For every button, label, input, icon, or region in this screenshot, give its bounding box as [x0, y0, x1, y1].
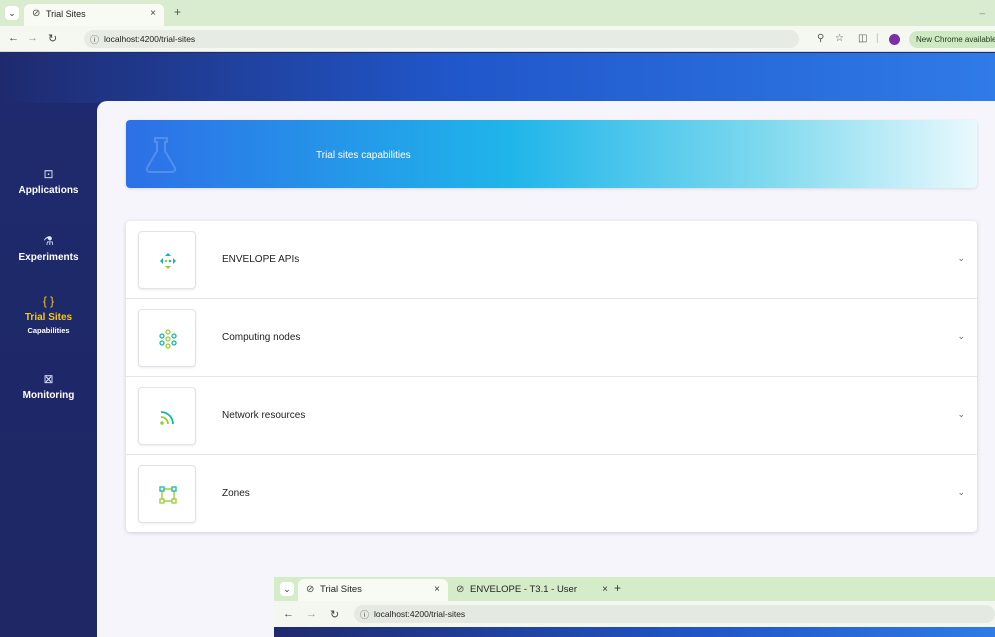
browser-tab-strip: ⌄ ⊘ Trial Sites × + _: [0, 0, 995, 26]
tab-search-button[interactable]: ⌄: [280, 582, 294, 596]
toolbar-divider: |: [876, 33, 879, 44]
browser-tab[interactable]: ⊘ ENVELOPE - T3.1 - User ×: [448, 579, 616, 601]
accordion-item-label: Zones: [222, 488, 250, 499]
accordion-item-network-resources[interactable]: Network resources ⌄: [126, 377, 977, 455]
accordion-item-label: Network resources: [222, 410, 306, 421]
row-icon-box: [138, 387, 196, 445]
sidebar: ⊡ Applications ⚗ Experiments { } Trial S…: [0, 103, 97, 637]
second-browser-window: ⌄ ⊘ Trial Sites × ⊘ ENVELOPE - T3.1 - Us…: [274, 577, 995, 637]
profile-avatar[interactable]: [889, 34, 900, 45]
zoom-icon[interactable]: ⚲: [817, 33, 824, 44]
signal-feed-icon: [160, 411, 174, 425]
browser-tab-active[interactable]: ⊘ Trial Sites ×: [24, 4, 164, 26]
minimize-icon[interactable]: _: [979, 4, 985, 15]
sidebar-item-applications[interactable]: ⊡ Applications: [0, 167, 97, 196]
address-bar[interactable]: ⓘ localhost:4200/trial-sites: [84, 30, 799, 48]
app-header-band: [0, 53, 995, 103]
monitor-chart-icon: ⊠: [43, 372, 54, 386]
main-content: Trial sites capabilities ENVELOPE APIs ⌄: [97, 101, 995, 637]
address-bar[interactable]: ⓘ localhost:4200/trial-sites: [354, 605, 995, 623]
flask-icon: [145, 137, 177, 173]
tab-title: Trial Sites: [46, 9, 86, 19]
forward-button[interactable]: →: [306, 608, 317, 620]
chevron-down-icon[interactable]: ⌄: [957, 409, 965, 420]
globe-icon: ⊘: [306, 584, 315, 595]
browser-tab-active[interactable]: ⊘ Trial Sites ×: [298, 579, 448, 601]
reload-button[interactable]: ↻: [48, 32, 57, 45]
nodes-network-icon: [159, 329, 177, 349]
sidebar-item-label: Monitoring: [22, 390, 75, 401]
sidebar-item-experiments[interactable]: ⚗ Experiments: [0, 234, 97, 263]
browser-toolbar: ← → ↻ ⓘ localhost:4200/trial-sites ⚲ ☆ ◫…: [0, 26, 995, 52]
row-icon-box: [138, 465, 196, 523]
accordion-item-zones[interactable]: Zones ⌄: [126, 455, 977, 533]
address-text: localhost:4200/trial-sites: [104, 34, 196, 44]
api-arrows-icon: [160, 253, 176, 269]
row-icon-box: [138, 309, 196, 367]
tab-title: ENVELOPE - T3.1 - User: [470, 584, 577, 595]
accordion-item-envelope-apis[interactable]: ENVELOPE APIs ⌄: [126, 221, 977, 299]
row-icon-box: [138, 231, 196, 289]
chevron-down-icon[interactable]: ⌄: [957, 331, 965, 342]
extensions-icon[interactable]: ◫: [858, 33, 867, 44]
braces-icon: { }: [42, 294, 55, 308]
update-chrome-button[interactable]: New Chrome available: [909, 31, 995, 48]
new-tab-button[interactable]: +: [174, 5, 181, 19]
sidebar-item-monitoring[interactable]: ⊠ Monitoring: [0, 372, 97, 401]
sidebar-item-label: Experiments: [18, 252, 79, 263]
globe-icon: ⊘: [32, 8, 41, 19]
tab-title: Trial Sites: [320, 584, 362, 595]
code-window-icon: ⊡: [43, 167, 54, 181]
site-info-icon[interactable]: ⓘ: [360, 608, 369, 621]
chevron-down-icon[interactable]: ⌄: [957, 487, 965, 498]
accordion-item-label: Computing nodes: [222, 332, 301, 343]
browser-toolbar: ← → ↻ ⓘ localhost:4200/trial-sites: [274, 601, 995, 627]
bookmark-star-icon[interactable]: ☆: [835, 33, 844, 44]
back-button[interactable]: ←: [8, 32, 19, 44]
forward-button[interactable]: →: [27, 32, 38, 44]
tab-close-button[interactable]: ×: [150, 8, 156, 19]
chevron-down-icon[interactable]: ⌄: [957, 253, 965, 264]
flask-icon: ⚗: [43, 234, 54, 248]
address-text: localhost:4200/trial-sites: [374, 609, 466, 619]
globe-icon: ⊘: [456, 584, 465, 595]
tab-close-button[interactable]: ×: [434, 584, 440, 595]
page-banner: Trial sites capabilities: [126, 120, 977, 188]
new-tab-button[interactable]: +: [614, 581, 621, 595]
tab-close-button[interactable]: ×: [602, 584, 608, 595]
site-info-icon[interactable]: ⓘ: [90, 33, 99, 46]
accordion-item-computing-nodes[interactable]: Computing nodes ⌄: [126, 299, 977, 377]
zone-square-icon: [159, 486, 177, 504]
sidebar-subitem-capabilities[interactable]: Capabilities: [0, 326, 97, 335]
page-title: Trial sites capabilities: [316, 150, 411, 161]
app-header-band: [274, 627, 995, 637]
capabilities-accordion: ENVELOPE APIs ⌄ Computing nodes ⌄ Networ…: [126, 221, 977, 532]
sidebar-item-label: Trial Sites: [24, 312, 73, 323]
sidebar-item-label: Applications: [18, 185, 79, 196]
accordion-item-label: ENVELOPE APIs: [222, 254, 300, 265]
back-button[interactable]: ←: [283, 608, 294, 620]
sidebar-item-trial-sites[interactable]: { } Trial Sites Capabilities: [0, 294, 97, 335]
tab-search-button[interactable]: ⌄: [5, 6, 19, 20]
reload-button[interactable]: ↻: [330, 608, 339, 621]
